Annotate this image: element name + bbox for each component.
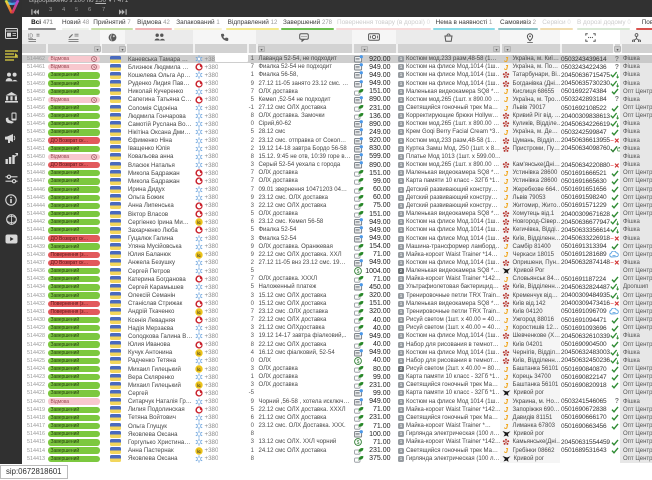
svg-text:ID: ID bbox=[28, 34, 33, 40]
